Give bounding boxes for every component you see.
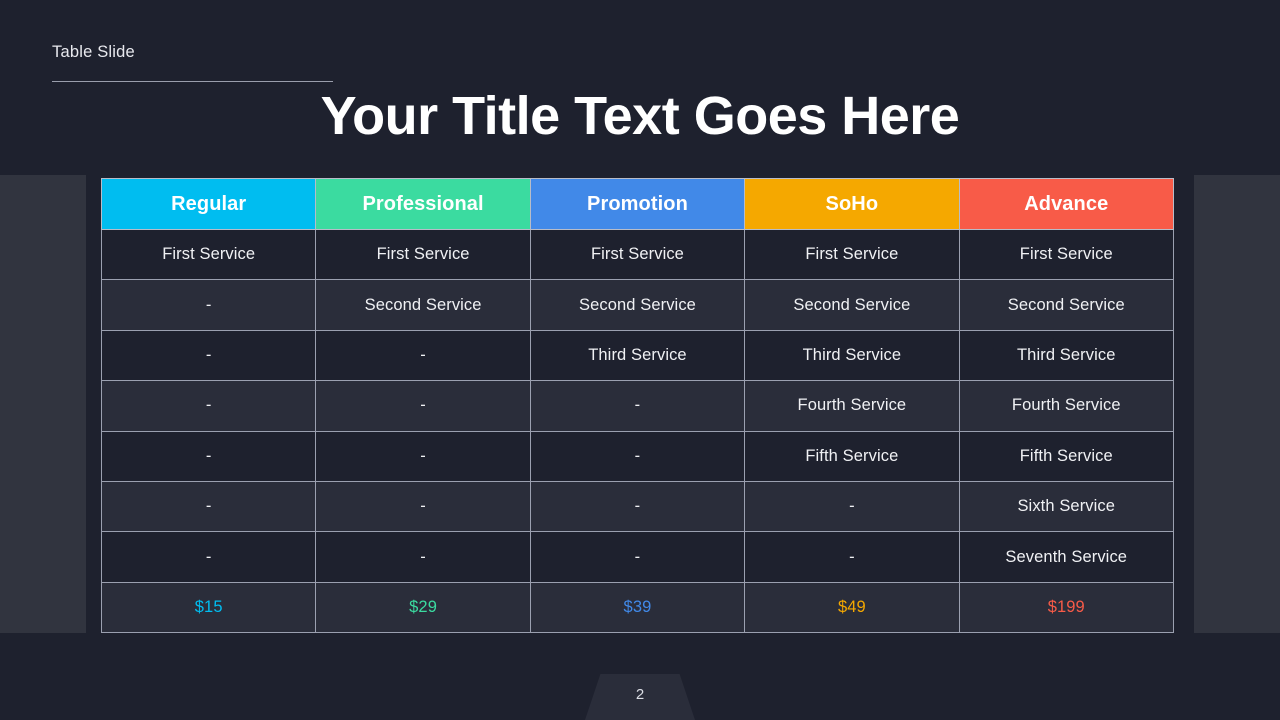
pricing-table-header: Regular Professional Promotion SoHo Advance: [100, 178, 1174, 230]
price-cell-regular[interactable]: $15: [100, 581, 317, 634]
table-cell: Fourth Service: [744, 380, 960, 432]
table-cell: Second Service: [744, 279, 960, 331]
table-row: - Second Service Second Service Second Serv…: [100, 279, 1174, 331]
table-cell: First Service: [100, 228, 317, 281]
table-cell-empty: -: [315, 480, 531, 533]
table-cell: Third Service: [529, 329, 746, 382]
table-cell-empty: -: [529, 380, 746, 432]
table-row: - - Third Service Third Service Third Servic…: [100, 329, 1174, 382]
table-column-header-regular[interactable]: Regular: [100, 178, 317, 230]
table-column-header-promotion[interactable]: Promotion: [529, 178, 746, 230]
table-cell: Second Service: [315, 279, 531, 331]
table-cell-empty: -: [529, 430, 746, 482]
table-cell: Second Service: [529, 279, 746, 331]
eyebrow-divider: [52, 81, 333, 82]
table-row: - - - - Seventh Service: [100, 531, 1174, 583]
table-cell-empty: -: [100, 531, 317, 583]
table-cell: Seventh Service: [958, 531, 1174, 583]
table-cell-empty: -: [315, 329, 531, 382]
price-cell-promotion[interactable]: $39: [529, 581, 746, 634]
table-cell: Fifth Service: [744, 430, 960, 482]
table-cell-empty: -: [529, 480, 746, 533]
table-price-row: $15 $29 $39 $49 $199: [100, 581, 1174, 634]
table-cell: Fifth Service: [958, 430, 1174, 482]
table-cell-empty: -: [100, 430, 317, 482]
table-cell: First Service: [529, 228, 746, 281]
table-cell: Second Service: [958, 279, 1174, 331]
table-cell-empty: -: [315, 380, 531, 432]
table-cell: First Service: [315, 228, 531, 281]
table-column-header-advance[interactable]: Advance: [958, 178, 1174, 230]
table-cell: Sixth Service: [958, 480, 1174, 533]
table-cell-empty: -: [100, 380, 317, 432]
table-column-header-professional[interactable]: Professional: [315, 178, 531, 230]
pricing-table-body: First Service First Service First Service F…: [100, 228, 1174, 634]
table-row: - - - - Sixth Service: [100, 480, 1174, 533]
pricing-table: Regular Professional Promotion SoHo Advance …: [100, 178, 1174, 634]
price-cell-advance[interactable]: $199: [958, 581, 1174, 634]
table-cell-empty: -: [744, 531, 960, 583]
table-cell: First Service: [958, 228, 1174, 281]
slide-header: Table Slide Your Title Text Goes Here: [0, 0, 1280, 168]
pricing-table-container: Regular Professional Promotion SoHo Advance …: [100, 178, 1174, 634]
page-number-marker: 2: [585, 674, 695, 720]
table-cell: Third Service: [744, 329, 960, 382]
table-row: First Service First Service First Service F…: [100, 228, 1174, 281]
page-title: Your Title Text Goes Here: [320, 86, 960, 146]
table-column-header-soho[interactable]: SoHo: [744, 178, 960, 230]
table-cell-empty: -: [315, 531, 531, 583]
slide-eyebrow-label: Table Slide: [52, 43, 135, 61]
table-header-row: Regular Professional Promotion SoHo Advance: [100, 178, 1174, 230]
table-cell-empty: -: [100, 329, 317, 382]
decorative-side-band-right: [1194, 175, 1280, 633]
table-cell-empty: -: [100, 279, 317, 331]
table-cell-empty: -: [100, 480, 317, 533]
decorative-side-band-left: [0, 175, 86, 633]
table-cell: Fourth Service: [958, 380, 1174, 432]
table-cell: Third Service: [958, 329, 1174, 382]
table-cell-empty: -: [744, 480, 960, 533]
table-cell-empty: -: [315, 430, 531, 482]
price-cell-professional[interactable]: $29: [315, 581, 531, 634]
table-row: - - - Fourth Service Fourth Service: [100, 380, 1174, 432]
table-cell-empty: -: [529, 531, 746, 583]
table-cell: First Service: [744, 228, 960, 281]
price-cell-soho[interactable]: $49: [744, 581, 960, 634]
page-number: 2: [635, 686, 645, 703]
table-row: - - - Fifth Service Fifth Service: [100, 430, 1174, 482]
